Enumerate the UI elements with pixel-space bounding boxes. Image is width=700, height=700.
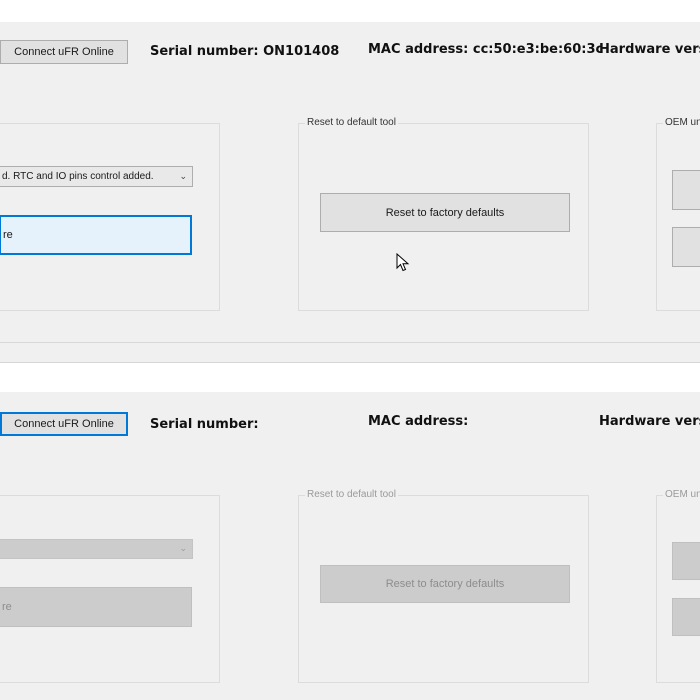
oem-button-1[interactable] bbox=[672, 170, 700, 210]
connected-window: Connect uFR Online Serial number: ON1014… bbox=[0, 22, 700, 363]
connect-ufr-online-button[interactable]: Connect uFR Online bbox=[0, 40, 128, 64]
disconnected-window: Connect uFR Online Serial number: MAC ad… bbox=[0, 392, 700, 700]
hardware-version-label: Hardware versio bbox=[599, 42, 700, 57]
oem-group bbox=[656, 495, 700, 683]
chevron-down-icon: ⌄ bbox=[179, 170, 187, 181]
mac-address-label: MAC address: bbox=[368, 414, 469, 429]
firmware-version-select[interactable]: d. RTC and IO pins control added. ⌄ bbox=[0, 166, 193, 187]
connect-ufr-online-button[interactable]: Connect uFR Online bbox=[0, 412, 128, 436]
oem-button-2[interactable] bbox=[672, 227, 700, 267]
firmware-version-value: d. RTC and IO pins control added. bbox=[2, 171, 154, 182]
serial-number-label: Serial number: ON101408 bbox=[150, 44, 340, 59]
mouse-pointer-icon bbox=[396, 253, 410, 272]
reset-group-title: Reset to default tool bbox=[305, 489, 398, 500]
chevron-down-icon: ⌄ bbox=[179, 542, 187, 553]
firmware-version-select[interactable]: ⌄ bbox=[0, 539, 193, 559]
hardware-version-label: Hardware versio bbox=[599, 414, 700, 429]
oem-group-title: OEM un bbox=[663, 489, 700, 500]
reset-to-factory-defaults-button[interactable]: Reset to factory defaults bbox=[320, 193, 570, 232]
oem-group-title: OEM un bbox=[663, 117, 700, 128]
reset-default-tool-group: Reset to factory defaults bbox=[298, 123, 589, 311]
reset-group-title: Reset to default tool bbox=[305, 117, 398, 128]
update-firmware-button[interactable]: re bbox=[0, 215, 192, 255]
oem-button-2[interactable] bbox=[672, 598, 700, 636]
oem-button-1[interactable] bbox=[672, 542, 700, 580]
firmware-group: d. RTC and IO pins control added. ⌄ re bbox=[0, 123, 220, 311]
update-firmware-button[interactable]: re bbox=[0, 587, 192, 627]
oem-group bbox=[656, 123, 700, 311]
reset-to-factory-defaults-button[interactable]: Reset to factory defaults bbox=[320, 565, 570, 603]
reset-default-tool-group: Reset to factory defaults bbox=[298, 495, 589, 683]
firmware-group: ⌄ re bbox=[0, 495, 220, 683]
divider bbox=[0, 342, 700, 343]
serial-number-label: Serial number: bbox=[150, 417, 259, 432]
mac-address-label: MAC address: cc:50:e3:be:60:3c bbox=[368, 42, 604, 57]
